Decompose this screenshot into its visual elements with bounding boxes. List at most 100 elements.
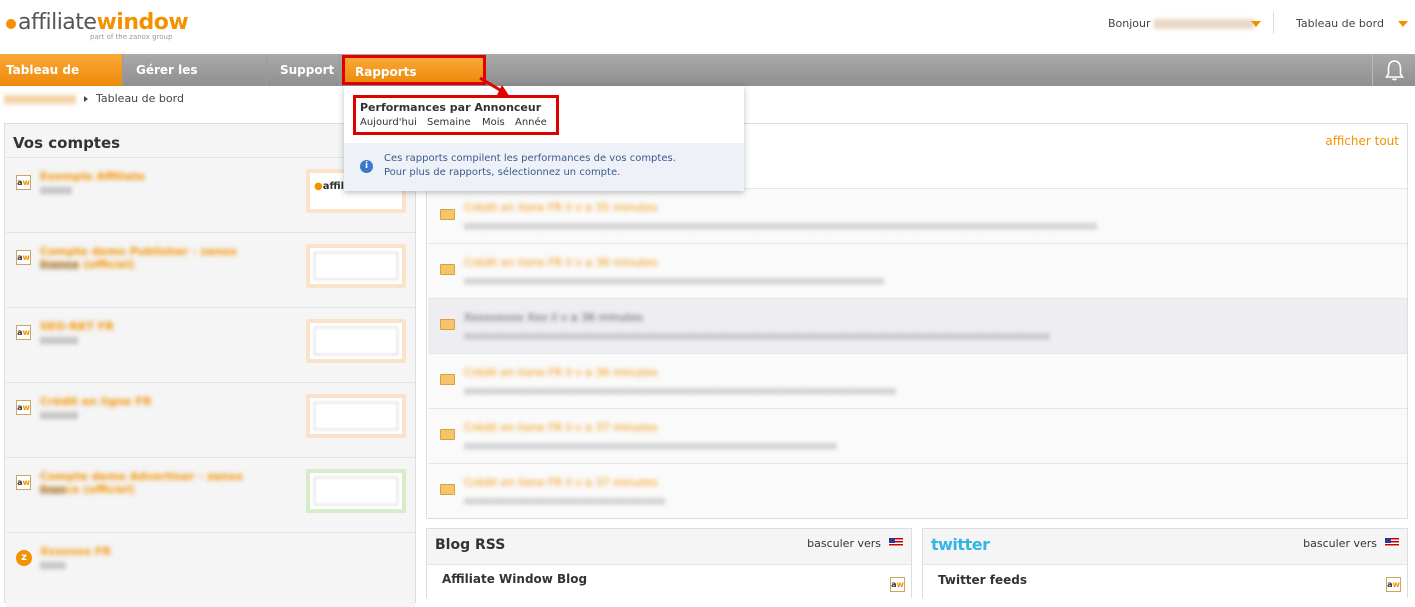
account-id-redacted: 00000	[40, 186, 72, 197]
affiliatewindow-icon: aw	[890, 577, 905, 592]
affiliatewindow-icon: aw	[16, 325, 31, 340]
zanox-icon: z	[16, 550, 32, 566]
blog-language-toggle[interactable]: basculer vers	[807, 537, 881, 550]
account-id-redacted: 000000	[40, 411, 79, 422]
activity-item[interactable]: Xxxxxxxxx Xxx il y a 36 minutes xxxxxxxx…	[428, 298, 1407, 353]
header: affiliatewindow part of the zanox group …	[0, 0, 1415, 54]
account-id-redacted: 0000	[40, 486, 66, 497]
twitter-logo: twitter	[931, 535, 990, 554]
activity-title-redacted[interactable]: Crédit en ligne FR il y a 35 minutes	[464, 201, 724, 211]
account-row[interactable]: aw SEO-RKT FR 000000	[6, 307, 415, 382]
breadcrumb-separator-icon	[84, 96, 88, 102]
activity-item[interactable]: Crédit en ligne FR il y a 37 minutes xxx…	[428, 463, 1407, 518]
account-row[interactable]: z Xxxxxxx FR 0000	[6, 532, 415, 607]
report-link-month[interactable]: Mois	[482, 117, 505, 128]
affiliatewindow-icon: aw	[1386, 577, 1401, 592]
notifications-bell-icon[interactable]	[1372, 54, 1415, 86]
account-thumbnail	[306, 469, 406, 513]
blog-feed-title[interactable]: Affiliate Window Blog	[442, 572, 587, 586]
folder-icon	[440, 209, 455, 220]
nav-tab-support[interactable]: Support	[268, 54, 340, 86]
user-menu-chevron-down-icon[interactable]	[1251, 21, 1261, 27]
twitter-language-toggle[interactable]: basculer vers	[1303, 537, 1377, 550]
activity-title-redacted[interactable]: Crédit en ligne FR il y a 36 minutes	[464, 256, 724, 266]
folder-icon	[440, 484, 455, 495]
logo-tagline: part of the zanox group	[90, 33, 173, 41]
user-greeting[interactable]: Bonjour	[1108, 17, 1254, 30]
affiliatewindow-logo[interactable]: affiliatewindow part of the zanox group	[6, 10, 189, 41]
nav-tab-publisher-reports[interactable]: Rapports Editeurs	[342, 55, 486, 107]
activity-title-redacted[interactable]: Xxxxxxxxx Xxx il y a 36 minutes	[464, 311, 724, 321]
activity-item[interactable]: Crédit en ligne FR il y a 36 minutes xxx…	[428, 353, 1407, 408]
annotation-arrow	[479, 76, 510, 97]
performance-by-advertiser-title: Performances par Annonceur	[360, 101, 542, 114]
reports-info-line-1: Ces rapports compilent les performances …	[384, 153, 676, 164]
twitter-panel: twitter basculer vers Twitter feeds aw	[922, 528, 1408, 599]
main-nav: Tableau de bord Gérer les comptes Suppor…	[0, 54, 1415, 109]
activity-title-redacted[interactable]: Crédit en ligne FR il y a 36 minutes	[464, 366, 724, 376]
us-flag-icon[interactable]	[889, 538, 903, 547]
no-image-icon	[314, 477, 398, 505]
account-name-redacted[interactable]: SEO-RKT FR	[40, 320, 270, 333]
no-image-icon	[314, 252, 398, 280]
account-thumbnail	[306, 394, 406, 438]
account-id-redacted: 0000	[40, 561, 66, 572]
blog-rss-panel: Blog RSS basculer vers Affiliate Window …	[426, 528, 912, 599]
activity-item[interactable]: Crédit en ligne FR il y a 35 minutes xxx…	[428, 188, 1407, 243]
affiliatewindow-icon: aw	[16, 400, 31, 415]
dashboard-menu-chevron-down-icon[interactable]	[1398, 21, 1408, 27]
activity-text-redacted: xxxxxxxxxxxxxxxxxxxxxxxxxxxxxxxxxxxxxxxx…	[464, 386, 897, 396]
performance-by-advertiser-section: Performances par Annonceur Aujourd'hui S…	[353, 95, 559, 135]
activity-text-redacted: xxxxxxxxxxxxxxxxxxxxxxxxxxxxxxxxxxxxxxxx…	[464, 276, 885, 286]
info-icon: i	[360, 160, 373, 173]
logo-dot-icon	[6, 19, 16, 29]
account-name-redacted[interactable]: Exemple Affiliate	[40, 170, 270, 183]
report-link-today[interactable]: Aujourd'hui	[360, 117, 417, 128]
no-image-icon	[314, 327, 398, 355]
publisher-reports-dropdown: Performances par Annonceur Aujourd'hui S…	[344, 86, 744, 191]
folder-icon	[440, 429, 455, 440]
account-row[interactable]: aw Crédit en ligne FR 000000	[6, 382, 415, 457]
blog-rss-title: Blog RSS	[435, 537, 506, 553]
nav-tab-dashboard[interactable]: Tableau de bord	[0, 54, 123, 109]
reports-info-box: i Ces rapports compilent les performance…	[344, 143, 744, 191]
activity-item[interactable]: Crédit en ligne FR il y a 36 minutes xxx…	[428, 243, 1407, 298]
activity-text-redacted: xxxxxxxxxxxxxxxxxxxxxxxxxxxxxxxxxxxxxxxx…	[464, 221, 1098, 231]
header-divider	[1273, 12, 1274, 34]
accounts-panel-title: Vos comptes	[13, 134, 121, 152]
user-name-redacted	[1153, 19, 1254, 29]
account-name-redacted[interactable]: Xxxxxxx FR	[40, 545, 270, 558]
dashboard-menu-link[interactable]: Tableau de bord	[1296, 17, 1384, 30]
breadcrumb-current: Tableau de bord	[96, 92, 184, 105]
breadcrumb: Tableau de bord	[4, 92, 184, 105]
folder-icon	[440, 264, 455, 275]
account-name-redacted[interactable]: Crédit en ligne FR	[40, 395, 270, 408]
activity-text-redacted: xxxxxxxxxxxxxxxxxxxxxxxxxxxxxxxxxx	[464, 496, 666, 506]
account-row[interactable]: aw Compte demo Publisher - zanox france …	[6, 232, 415, 307]
nav-tab-manage-accounts[interactable]: Gérer les comptes	[124, 54, 267, 109]
show-all-link[interactable]: afficher tout	[1325, 134, 1399, 148]
activity-title-redacted[interactable]: Crédit en ligne FR il y a 37 minutes	[464, 476, 724, 486]
no-image-icon	[314, 402, 398, 430]
folder-icon	[440, 374, 455, 385]
activity-item[interactable]: Crédit en ligne FR il y a 37 minutes xxx…	[428, 408, 1407, 463]
folder-icon	[440, 319, 455, 330]
report-link-year[interactable]: Année	[515, 117, 547, 128]
affiliatewindow-icon: aw	[16, 250, 31, 265]
affiliatewindow-icon: aw	[16, 175, 31, 190]
account-row[interactable]: aw Compte demo Advertiser - zanox france…	[6, 457, 415, 532]
account-id-redacted: 000000	[40, 336, 79, 347]
account-thumbnail	[306, 244, 406, 288]
accounts-panel: Vos comptes aw Exemple Affiliate 00000 ●…	[4, 123, 416, 607]
report-link-week[interactable]: Semaine	[427, 117, 471, 128]
breadcrumb-user-redacted[interactable]	[4, 94, 76, 104]
account-id-redacted: 000000	[40, 261, 79, 272]
reports-info-line-2: Pour plus de rapports, sélectionnez un c…	[384, 167, 621, 178]
logo-wordmark: affiliatewindow	[18, 10, 189, 35]
activity-title-redacted[interactable]: Crédit en ligne FR il y a 37 minutes	[464, 421, 724, 431]
account-thumbnail	[306, 319, 406, 363]
account-name-redacted[interactable]: Compte demo Advertiser - zanox france (o…	[40, 470, 270, 496]
activity-text-redacted: xxxxxxxxxxxxxxxxxxxxxxxxxxxxxxxxxxxxxxxx…	[464, 441, 837, 451]
us-flag-icon[interactable]	[1385, 538, 1399, 547]
twitter-feed-title[interactable]: Twitter feeds	[938, 573, 1027, 587]
